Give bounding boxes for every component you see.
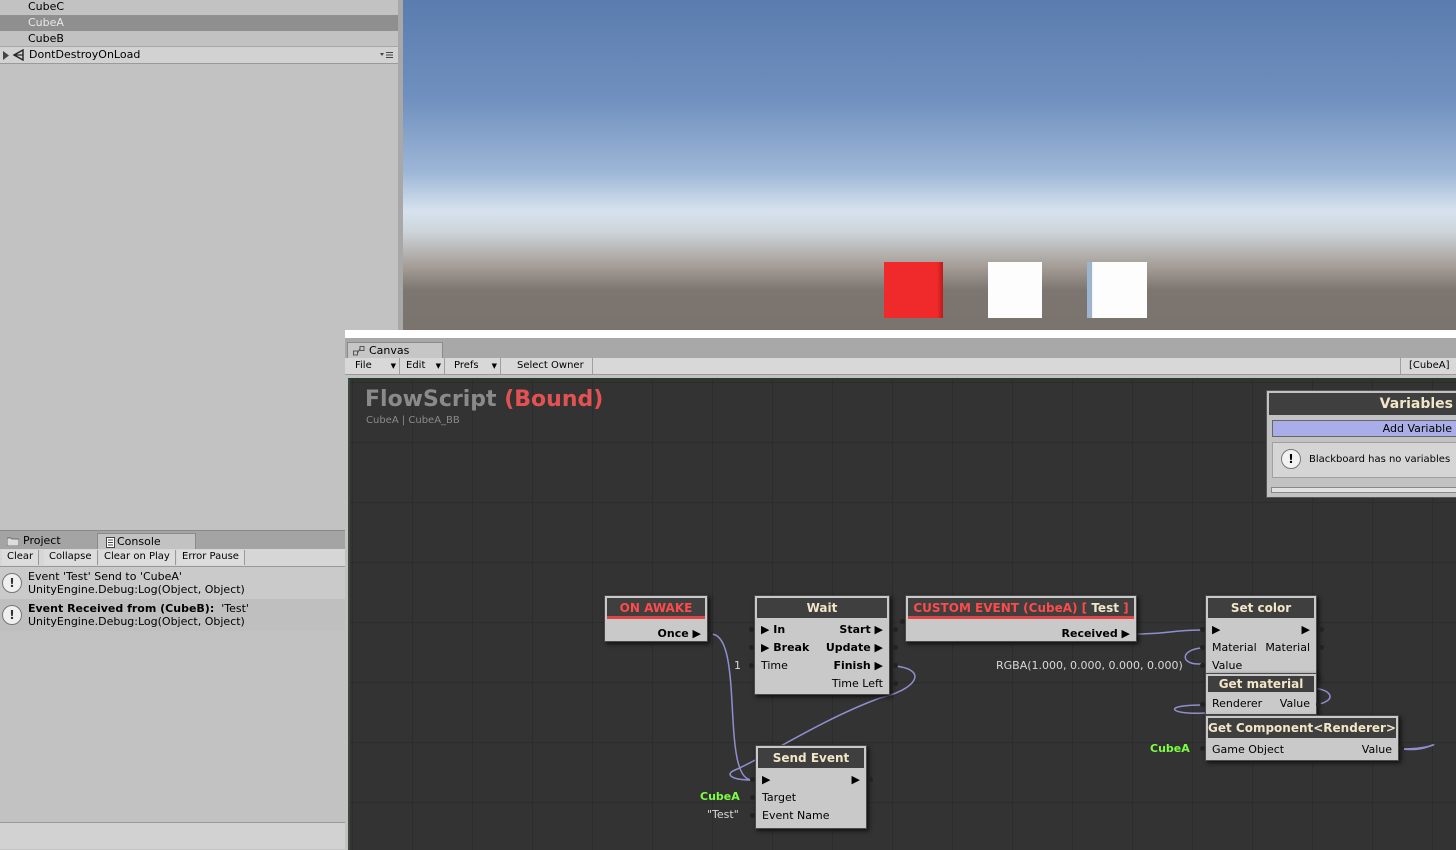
port-dot[interactable] [893, 663, 898, 668]
info-icon: ! [1281, 449, 1301, 469]
port-dot[interactable] [1200, 702, 1205, 707]
port-dot[interactable] [750, 777, 755, 782]
port-row: Time Finish ▶ [761, 658, 883, 674]
send-event-target-value[interactable]: CubeA [700, 790, 740, 803]
port-dot[interactable] [749, 663, 754, 668]
send-event-name-value[interactable]: "Test" [707, 808, 739, 821]
port-row: Value [1212, 658, 1310, 674]
blackboard-scrollbar[interactable] [1271, 487, 1456, 493]
node-header: ON AWAKE [607, 598, 705, 619]
port-dot[interactable] [893, 681, 898, 686]
custom-event-title: CUSTOM EVENT (CubeA) [ [913, 601, 1088, 615]
port-event-name[interactable]: Event Name [762, 808, 829, 824]
port-flow-in[interactable]: ▶ [762, 772, 770, 788]
port-dot[interactable] [750, 813, 755, 818]
node-custom-event[interactable]: CUSTOM EVENT (CubeA) [ Test ] Received ▶ [905, 595, 1137, 642]
port-dot[interactable] [1319, 627, 1324, 632]
port-renderer[interactable]: Renderer [1212, 696, 1262, 712]
port-dot[interactable] [868, 777, 873, 782]
port-row: ▶ ▶ [762, 772, 860, 788]
port-value[interactable]: Value [1280, 696, 1310, 712]
set-color-value[interactable]: RGBA(1.000, 0.000, 0.000, 0.000) [996, 659, 1183, 672]
add-variable-button[interactable]: Add Variable [1272, 420, 1456, 437]
wait-time-value[interactable]: 1 [734, 659, 741, 672]
node-header: Send Event [758, 748, 864, 768]
port-dot[interactable] [708, 631, 713, 636]
blackboard-empty-text: Blackboard has no variables [1309, 454, 1451, 465]
port-dot[interactable] [750, 795, 755, 800]
port-dot[interactable] [1200, 746, 1205, 751]
port-once[interactable]: Once ▶ [658, 626, 701, 642]
port-row: Material Material [1212, 640, 1310, 656]
port-value[interactable]: Value [1212, 658, 1242, 674]
port-dot[interactable] [893, 645, 898, 650]
port-dot[interactable] [749, 627, 754, 632]
port-row: ▶ In Start ▶ [761, 622, 883, 638]
port-dot[interactable] [1319, 645, 1324, 650]
port-row: Renderer Value [1212, 696, 1310, 712]
blackboard-header: Variables [1269, 393, 1456, 415]
port-target[interactable]: Target [762, 790, 796, 806]
port-row: Received ▶ [912, 626, 1130, 642]
port-dot[interactable] [1200, 645, 1205, 650]
port-row: Target [762, 790, 860, 806]
port-dot[interactable] [893, 627, 898, 632]
port-finish[interactable]: Finish ▶ [833, 658, 883, 674]
port-time[interactable]: Time [761, 658, 788, 674]
port-dot[interactable] [749, 645, 754, 650]
port-dot[interactable] [900, 619, 905, 624]
port-material-in[interactable]: Material [1212, 640, 1257, 656]
port-value[interactable]: Value [1362, 742, 1392, 758]
port-update[interactable]: Update ▶ [826, 640, 883, 656]
node-header: Set color [1208, 598, 1314, 618]
port-time-left[interactable]: Time Left [832, 676, 883, 692]
port-dot[interactable] [1200, 663, 1205, 668]
node-on-awake[interactable]: ON AWAKE Once ▶ [604, 595, 708, 642]
port-row: Once ▶ [611, 626, 701, 642]
port-row: Time Left [761, 676, 883, 692]
node-header: Get Component<Renderer> [1208, 718, 1396, 738]
link-getcomponent [1401, 744, 1435, 751]
link-received-to-setcolor [1134, 629, 1204, 635]
node-wait[interactable]: Wait ▶ In Start ▶ ▶ Break Update ▶ Time … [754, 595, 890, 695]
port-row: Event Name [762, 808, 860, 824]
node-get-component[interactable]: Get Component<Renderer> Game Object Valu… [1205, 715, 1399, 761]
port-start[interactable]: Start ▶ [839, 622, 883, 638]
port-row: ▶ Break Update ▶ [761, 640, 883, 656]
blackboard-panel: Variables Add Variable ! Blackboard has … [1266, 390, 1456, 498]
custom-event-bracket: ] [1123, 601, 1129, 615]
custom-event-name: Test [1091, 601, 1119, 615]
port-flow-out[interactable]: ▶ [852, 772, 860, 788]
node-header: Get material [1208, 676, 1314, 692]
port-dot[interactable] [1316, 702, 1321, 707]
node-set-color[interactable]: Set color ▶ ▶ Material Material Value [1205, 595, 1317, 679]
port-game-object[interactable]: Game Object [1212, 742, 1284, 758]
port-break[interactable]: ▶ Break [761, 640, 809, 656]
port-received[interactable]: Received ▶ [1062, 626, 1130, 642]
port-material-out[interactable]: Material [1265, 640, 1310, 656]
blackboard-empty-message: ! Blackboard has no variables [1272, 442, 1456, 478]
port-dot[interactable] [1399, 746, 1404, 751]
port-dot[interactable] [1200, 627, 1205, 632]
port-flow-out[interactable]: ▶ [1302, 622, 1310, 638]
port-flow-in[interactable]: ▶ [1212, 622, 1220, 638]
link-once-to-send [710, 633, 753, 781]
node-header: Wait [757, 598, 887, 618]
link-material-loop [1184, 647, 1202, 665]
port-row: ▶ ▶ [1212, 622, 1310, 638]
port-in[interactable]: ▶ In [761, 622, 785, 638]
get-component-input-value[interactable]: CubeA [1150, 742, 1190, 755]
node-get-material[interactable]: Get material Renderer Value [1205, 673, 1317, 715]
node-send-event[interactable]: Send Event ▶ ▶ Target Event Name [755, 745, 867, 829]
port-row: Game Object Value [1212, 742, 1392, 758]
node-header: CUSTOM EVENT (CubeA) [ Test ] [908, 598, 1134, 619]
